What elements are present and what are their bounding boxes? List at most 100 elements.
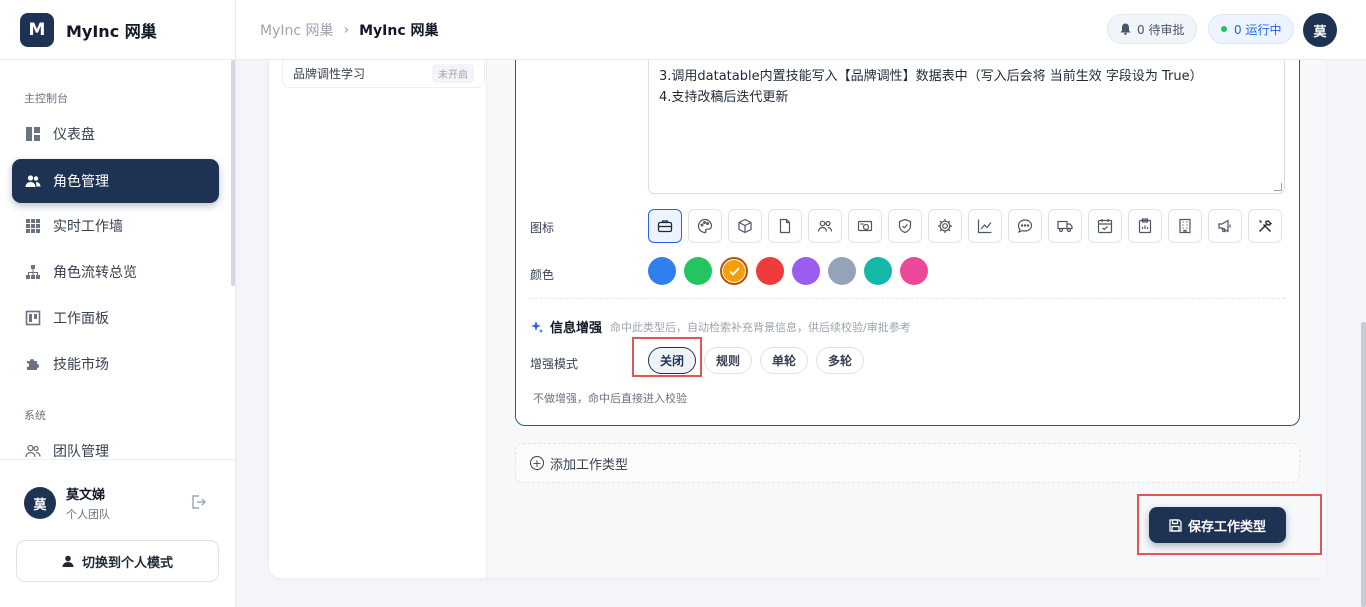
color-swatch-green[interactable] xyxy=(684,257,712,285)
check-icon xyxy=(728,266,740,276)
sidebar-item-live-wall[interactable]: 实时工作墙 xyxy=(12,204,219,248)
breadcrumb-item[interactable]: MyInc 网巢 xyxy=(260,20,334,40)
icon-option-megaphone[interactable] xyxy=(1208,209,1242,243)
description-textarea[interactable]: 3.调用datatable内置技能写入【品牌调性】数据表中（写入后会将 当前生效… xyxy=(648,60,1285,194)
icon-label: 图标 xyxy=(530,221,555,235)
top-header: MyInc 网巢 › MyInc 网巢 0 待审批 0 运行中 莫 xyxy=(236,0,1366,60)
enhance-description: 命中此类型后，自动检索补充背景信息，供后续校验/审批参考 xyxy=(610,320,911,334)
icon-option-briefcase[interactable] xyxy=(648,209,682,243)
clipboard-icon xyxy=(1138,218,1152,234)
breadcrumb-current: MyInc 网巢 xyxy=(359,23,439,39)
puzzle-icon xyxy=(25,356,41,372)
sidebar-item-roles[interactable]: 角色管理 xyxy=(12,159,219,203)
icon-option-calendar[interactable] xyxy=(1088,209,1122,243)
palette-icon xyxy=(697,218,713,234)
highlight-box xyxy=(1137,494,1322,555)
user-team: 个人团队 xyxy=(66,508,110,521)
icon-option-truck[interactable] xyxy=(1048,209,1082,243)
running-badge[interactable]: 0 运行中 xyxy=(1208,14,1295,44)
header-avatar[interactable]: 莫 xyxy=(1303,13,1337,47)
color-swatch-teal[interactable] xyxy=(864,257,892,285)
grid-icon xyxy=(25,218,41,234)
breadcrumb: MyInc 网巢 › MyInc 网巢 xyxy=(260,20,439,40)
color-swatch-orange[interactable] xyxy=(720,257,748,285)
switch-mode-label: 切换到个人模式 xyxy=(81,555,173,571)
brand[interactable]: M MyInc 网巢 xyxy=(0,0,235,60)
icon-option-money[interactable] xyxy=(848,209,882,243)
avatar: 莫 xyxy=(24,487,56,519)
briefcase-icon xyxy=(657,220,673,233)
pending-approvals-badge[interactable]: 0 待审批 xyxy=(1107,14,1198,44)
icon-option-chat[interactable] xyxy=(1008,209,1042,243)
divider xyxy=(530,298,1285,299)
bell-icon xyxy=(1120,23,1131,35)
chevron-right-icon: › xyxy=(343,22,350,38)
color-swatch-purple[interactable] xyxy=(792,257,820,285)
sidebar-item-label: 角色流转总览 xyxy=(53,265,137,281)
type-list-column xyxy=(269,60,487,578)
sidebar-item-label: 技能市场 xyxy=(53,357,109,373)
page-scrollbar[interactable] xyxy=(1361,322,1366,607)
icon-option-tools[interactable] xyxy=(1248,209,1282,243)
section-system-label: 系统 xyxy=(24,409,46,422)
sidebar-item-work-panel[interactable]: 工作面板 xyxy=(12,296,219,340)
mode-label: 增强模式 xyxy=(530,357,579,371)
switch-mode-button[interactable]: 切换到个人模式 xyxy=(16,540,219,582)
user-info[interactable]: 莫 莫文娣 个人团队 xyxy=(24,484,110,522)
enhance-section-title: 信息增强 命中此类型后，自动检索补充背景信息，供后续校验/审批参考 xyxy=(530,317,911,336)
chart-icon xyxy=(977,219,992,234)
sidebar-item-label: 仪表盘 xyxy=(53,127,95,143)
icon-option-palette[interactable] xyxy=(688,209,722,243)
sidebar-item-dashboard[interactable]: 仪表盘 xyxy=(12,112,219,156)
enhance-title: 信息增强 xyxy=(550,321,603,336)
sidebar-item-label: 团队管理 xyxy=(53,444,109,458)
sidebar-item-skills[interactable]: 技能市场 xyxy=(12,342,219,386)
color-picker xyxy=(648,257,928,285)
truck-icon xyxy=(1057,220,1073,233)
sidebar-item-label: 工作面板 xyxy=(53,311,109,327)
color-swatch-pink[interactable] xyxy=(900,257,928,285)
icon-option-box[interactable] xyxy=(728,209,762,243)
icon-option-users[interactable] xyxy=(808,209,842,243)
mode-single-button[interactable]: 单轮 xyxy=(760,347,809,374)
shield-icon xyxy=(898,218,912,234)
logout-icon[interactable] xyxy=(190,494,206,510)
sidebar-scrollbar[interactable] xyxy=(231,60,235,286)
sidebar: M MyInc 网巢 主控制台 仪表盘 角色管理 实时工作墙 角色流转总览 工作… xyxy=(0,0,236,607)
color-swatch-red[interactable] xyxy=(756,257,784,285)
type-list-item[interactable]: 品牌调性学习 未开启 xyxy=(282,60,485,88)
tools-icon xyxy=(1259,220,1273,232)
mode-rule-button[interactable]: 规则 xyxy=(704,347,753,374)
gear-icon xyxy=(938,219,952,233)
description-line: 3.调用datatable内置技能写入【品牌调性】数据表中（写入后会将 当前生效… xyxy=(659,69,1203,84)
team-icon xyxy=(25,443,41,458)
highlight-box xyxy=(632,337,702,377)
resize-handle[interactable] xyxy=(1274,183,1282,191)
plus-circle-icon: + xyxy=(530,456,544,470)
pending-label: 0 待审批 xyxy=(1137,22,1185,37)
icon-option-chart[interactable] xyxy=(968,209,1002,243)
add-work-type-button[interactable]: + 添加工作类型 xyxy=(515,443,1300,483)
user-box: 莫 莫文娣 个人团队 切换到个人模式 xyxy=(0,459,235,607)
mode-multi-button[interactable]: 多轮 xyxy=(816,347,865,374)
icon-option-shield[interactable] xyxy=(888,209,922,243)
description-line: 4.支持改稿后迭代更新 xyxy=(659,90,789,105)
status-badge: 未开启 xyxy=(432,64,474,83)
money-icon xyxy=(857,220,873,232)
icon-picker xyxy=(648,209,1282,243)
running-label: 0 运行中 xyxy=(1234,22,1282,37)
sidebar-item-label: 实时工作墙 xyxy=(53,219,123,235)
icon-option-document[interactable] xyxy=(768,209,802,243)
sidebar-nav: 主控制台 仪表盘 角色管理 实时工作墙 角色流转总览 工作面板 技能市场 系统 … xyxy=(0,60,232,458)
sidebar-item-role-flow[interactable]: 角色流转总览 xyxy=(12,250,219,294)
brand-name: MyInc 网巢 xyxy=(66,21,157,41)
users-icon xyxy=(817,220,833,232)
color-swatch-gray[interactable] xyxy=(828,257,856,285)
icon-option-building[interactable] xyxy=(1168,209,1202,243)
user-name: 莫文娣 xyxy=(66,488,106,503)
icon-option-gear[interactable] xyxy=(928,209,962,243)
icon-option-clipboard[interactable] xyxy=(1128,209,1162,243)
sidebar-item-team[interactable]: 团队管理 xyxy=(12,429,219,458)
color-swatch-blue[interactable] xyxy=(648,257,676,285)
person-icon xyxy=(62,555,74,567)
